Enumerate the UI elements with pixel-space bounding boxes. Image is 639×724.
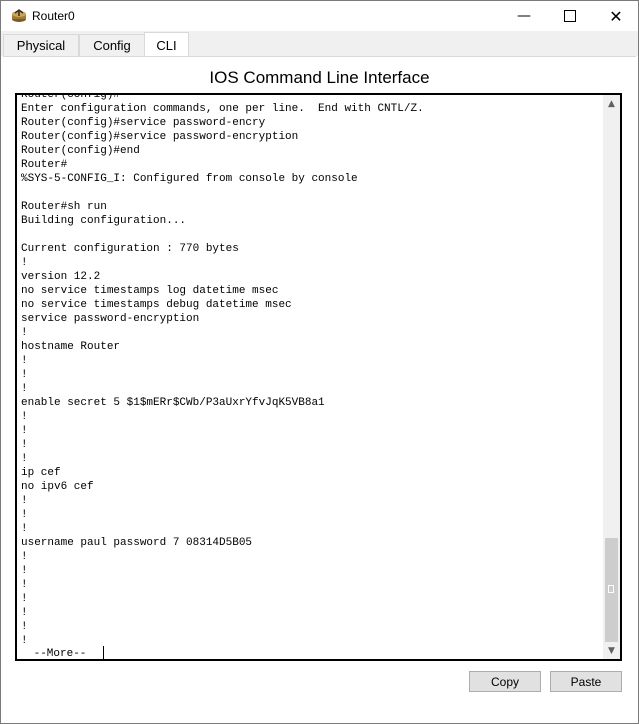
- terminal-line: !: [21, 453, 28, 465]
- paste-button[interactable]: Paste: [550, 671, 622, 692]
- tab-strip: Physical Config CLI: [1, 31, 638, 57]
- terminal-line: Router(config)#service password-encrypti…: [21, 131, 299, 143]
- router-icon: [12, 9, 26, 22]
- terminal-line: !: [21, 383, 28, 395]
- terminal-line: service password-encryption: [21, 313, 200, 325]
- scroll-up-icon[interactable]: ▲: [603, 95, 620, 112]
- cli-terminal[interactable]: Router(config)# Enter configuration comm…: [15, 93, 622, 661]
- terminal-line: !: [21, 509, 28, 521]
- terminal-scrollbar[interactable]: ▲ ▼: [603, 95, 620, 659]
- terminal-line: no service timestamps log datetime msec: [21, 285, 279, 297]
- maximize-button[interactable]: [547, 1, 593, 31]
- terminal-line: !: [21, 579, 28, 591]
- terminal-line: username paul password 7 08314D5B05: [21, 537, 253, 549]
- terminal-line: !: [21, 369, 28, 381]
- minimize-icon: —: [517, 8, 531, 24]
- copy-button[interactable]: Copy: [469, 671, 541, 692]
- terminal-line: !: [21, 607, 28, 619]
- terminal-line: version 12.2: [21, 271, 101, 283]
- scroll-thumb[interactable]: [605, 538, 618, 642]
- close-icon: ✕: [609, 6, 623, 26]
- terminal-line: !: [21, 523, 28, 535]
- terminal-line: !: [21, 635, 28, 647]
- terminal-line: Router(config)#: [21, 93, 121, 101]
- close-button[interactable]: ✕: [593, 1, 639, 31]
- terminal-line: no service timestamps debug datetime mse…: [21, 299, 292, 311]
- terminal-line: !: [21, 551, 28, 563]
- tab-physical[interactable]: Physical: [3, 34, 79, 56]
- terminal-line: Router(config)#service password-encry: [21, 117, 266, 129]
- terminal-line: %SYS-5-CONFIG_I: Configured from console…: [21, 173, 358, 185]
- terminal-line: Router(config)#end: [21, 145, 140, 157]
- terminal-line: !: [21, 565, 28, 577]
- terminal-line: !: [21, 439, 28, 451]
- window-title: Router0: [32, 9, 75, 23]
- terminal-line: Router#: [21, 159, 68, 171]
- terminal-line: Enter configuration commands, one per li…: [21, 103, 424, 115]
- maximize-icon: [564, 10, 576, 22]
- terminal-line: ip cef: [21, 467, 61, 479]
- terminal-line: no ipv6 cef: [21, 481, 94, 493]
- terminal-line: enable secret 5 $1$mERr$CWb/P3aUxrYfvJqK…: [21, 397, 325, 409]
- cli-panel: IOS Command Line Interface Router(config…: [3, 56, 636, 723]
- terminal-line: !: [21, 593, 28, 605]
- terminal-line: !: [21, 327, 28, 339]
- router-window: Router0 — ✕ Physical Config CLI IOS Comm…: [0, 0, 639, 724]
- terminal-line: !: [21, 425, 28, 437]
- more-prompt: --More--: [27, 648, 94, 660]
- cli-heading: IOS Command Line Interface: [209, 68, 430, 87]
- terminal-output: Router(config)# Enter configuration comm…: [21, 93, 601, 648]
- terminal-line: !: [21, 621, 28, 633]
- terminal-line: !: [21, 257, 28, 269]
- grip-icon: [608, 585, 614, 593]
- terminal-line: !: [21, 495, 28, 507]
- scroll-down-icon[interactable]: ▼: [603, 642, 620, 659]
- text-cursor: [103, 646, 104, 659]
- terminal-line: Building configuration...: [21, 215, 187, 227]
- terminal-line: !: [21, 411, 28, 423]
- minimize-button[interactable]: —: [501, 1, 547, 31]
- title-bar[interactable]: Router0 — ✕: [1, 1, 638, 31]
- terminal-line: !: [21, 355, 28, 367]
- terminal-line: Current configuration : 770 bytes: [21, 243, 239, 255]
- tab-cli[interactable]: CLI: [144, 32, 189, 57]
- tab-config[interactable]: Config: [79, 34, 145, 56]
- terminal-line: hostname Router: [21, 341, 121, 353]
- terminal-line: Router#sh run: [21, 201, 107, 213]
